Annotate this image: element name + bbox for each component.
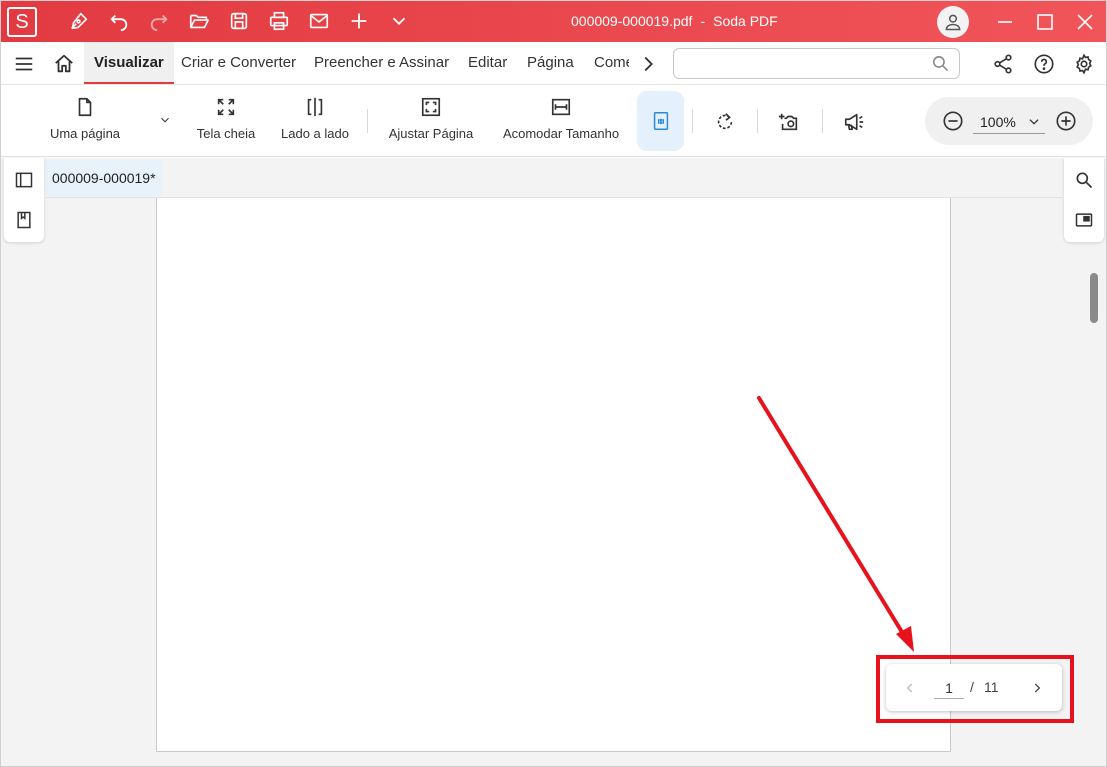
left-rail — [4, 158, 44, 242]
fit-width-label: Acomodar Tamanho — [502, 126, 620, 141]
fit-page-label: Ajustar Página — [388, 126, 474, 141]
snapshot-button[interactable] — [776, 109, 802, 135]
actual-size-button[interactable] — [637, 91, 684, 151]
mail-icon[interactable] — [304, 6, 334, 36]
right-rail — [1064, 158, 1104, 242]
user-icon — [945, 14, 961, 31]
panel-icon[interactable] — [13, 169, 35, 191]
pdf-page[interactable] — [156, 198, 951, 752]
zoom-control: 100% — [925, 97, 1093, 145]
fit-width-button[interactable]: Acomodar Tamanho — [499, 85, 623, 157]
search-icon[interactable] — [931, 54, 950, 73]
home-icon[interactable] — [52, 52, 76, 76]
find-icon[interactable] — [1073, 169, 1095, 191]
zoom-out-icon[interactable] — [941, 109, 965, 133]
fullscreen-button[interactable]: Tela cheia — [193, 85, 259, 157]
fit-width-icon — [549, 95, 573, 119]
view-mode-dropdown[interactable] — [152, 107, 178, 133]
tab-clip: Comentar — [593, 42, 629, 84]
chevron-down-icon — [161, 117, 169, 123]
split-view-icon[interactable] — [1073, 209, 1095, 231]
pen-icon[interactable] — [64, 6, 94, 36]
prev-page-icon[interactable] — [900, 678, 920, 698]
side-by-side-label: Lado a lado — [281, 126, 349, 141]
redo-icon[interactable] — [144, 6, 174, 36]
app-window: S 000009-000019.pdf - Soda PDF Visualiza… — [0, 0, 1107, 767]
document-workspace: 000009-000019* / 11 — [1, 158, 1106, 766]
fit-page-button[interactable]: Ajustar Página — [385, 85, 477, 157]
zoom-select[interactable]: 100% — [973, 109, 1045, 134]
ribbon-divider — [367, 109, 368, 133]
document-tab-strip — [46, 158, 1062, 198]
ribbon-toolbar: Uma página Tela cheia Lado a lado Ajusta… — [1, 85, 1106, 157]
file-name: 000009-000019.pdf — [571, 13, 693, 29]
rotate-button[interactable] — [712, 109, 738, 135]
fit-page-icon — [419, 95, 443, 119]
snapshot-icon — [778, 113, 798, 131]
share-icon[interactable] — [991, 52, 1015, 76]
soda-logo[interactable]: S — [7, 7, 37, 37]
single-page-icon — [73, 95, 97, 119]
actual-size-icon — [653, 112, 668, 130]
minimize-icon — [998, 21, 1012, 23]
tab-pagina[interactable]: Página — [527, 42, 574, 84]
add-icon[interactable] — [344, 6, 374, 36]
rotate-icon — [717, 113, 733, 130]
page-separator: / — [970, 679, 974, 695]
print-icon[interactable] — [264, 6, 294, 36]
side-by-side-button[interactable]: Lado a lado — [281, 85, 349, 157]
search-box[interactable] — [673, 48, 960, 79]
save-icon[interactable] — [224, 6, 254, 36]
bookmark-icon[interactable] — [13, 209, 35, 231]
more-chevron-icon[interactable] — [384, 6, 414, 36]
title-separator: - — [700, 13, 706, 29]
title-bar: S 000009-000019.pdf - Soda PDF — [1, 1, 1106, 42]
user-avatar[interactable] — [937, 6, 969, 38]
read-aloud-button[interactable] — [841, 109, 867, 135]
current-page-input[interactable] — [934, 677, 964, 699]
zoom-chevron-down-icon — [1029, 119, 1039, 125]
maximize-icon — [1037, 14, 1053, 30]
ribbon-divider — [692, 109, 693, 133]
help-icon[interactable] — [1032, 52, 1056, 76]
page-navigator: / 11 — [886, 664, 1062, 711]
document-tab[interactable]: 000009-000019* — [46, 160, 162, 196]
app-name: Soda PDF — [713, 13, 778, 29]
fullscreen-icon — [214, 95, 238, 119]
zoom-value: 100% — [980, 114, 1016, 130]
tab-editar[interactable]: Editar — [468, 42, 507, 84]
fullscreen-label: Tela cheia — [196, 126, 256, 141]
minimize-button[interactable] — [989, 6, 1021, 38]
single-page-button[interactable]: Uma página — [49, 85, 121, 157]
ribbon-divider — [822, 109, 823, 133]
read-aloud-icon — [844, 113, 864, 131]
scrollbar-thumb[interactable] — [1090, 273, 1098, 323]
zoom-in-icon[interactable] — [1054, 109, 1078, 133]
tab-comentar[interactable]: Comentar — [594, 42, 629, 84]
side-by-side-icon — [303, 95, 327, 119]
next-page-icon[interactable] — [1027, 678, 1047, 698]
tab-criar-converter[interactable]: Criar e Converter — [181, 42, 296, 84]
close-button[interactable] — [1069, 6, 1101, 38]
ribbon-divider — [757, 109, 758, 133]
hamburger-icon[interactable] — [12, 52, 36, 76]
scroll-right-icon[interactable] — [636, 52, 660, 76]
settings-icon[interactable] — [1072, 52, 1096, 76]
window-title: 000009-000019.pdf - Soda PDF — [571, 13, 778, 29]
tab-visualizar[interactable]: Visualizar — [84, 42, 174, 84]
single-page-label: Uma página — [49, 126, 121, 141]
undo-icon[interactable] — [104, 6, 134, 36]
open-folder-icon[interactable] — [184, 6, 214, 36]
maximize-button[interactable] — [1029, 6, 1061, 38]
total-pages: 11 — [984, 679, 999, 695]
tab-preencher-assinar[interactable]: Preencher e Assinar — [314, 42, 449, 84]
close-icon — [1077, 14, 1093, 30]
search-input[interactable] — [674, 49, 924, 78]
